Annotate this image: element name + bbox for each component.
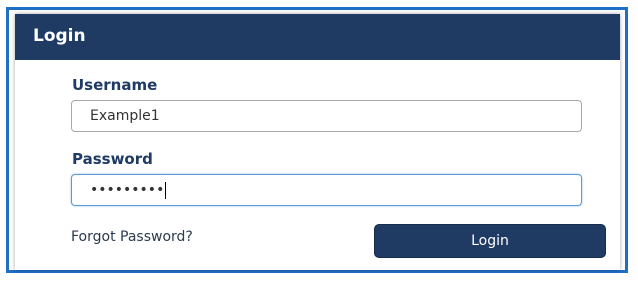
login-panel: Login Username Example1 Password •••••••… bbox=[15, 14, 620, 270]
username-input[interactable]: Example1 bbox=[71, 100, 582, 132]
login-button[interactable]: Login bbox=[374, 224, 606, 258]
forgot-password-link[interactable]: Forgot Password? bbox=[71, 229, 193, 245]
password-label: Password bbox=[72, 150, 153, 168]
username-input-value: Example1 bbox=[90, 108, 160, 124]
username-label: Username bbox=[72, 76, 158, 94]
login-panel-title: Login bbox=[33, 26, 86, 46]
login-panel-header: Login bbox=[15, 14, 620, 60]
text-cursor bbox=[165, 181, 167, 199]
password-input[interactable]: ••••••••• bbox=[71, 174, 582, 206]
password-input-value: ••••••••• bbox=[90, 182, 165, 198]
